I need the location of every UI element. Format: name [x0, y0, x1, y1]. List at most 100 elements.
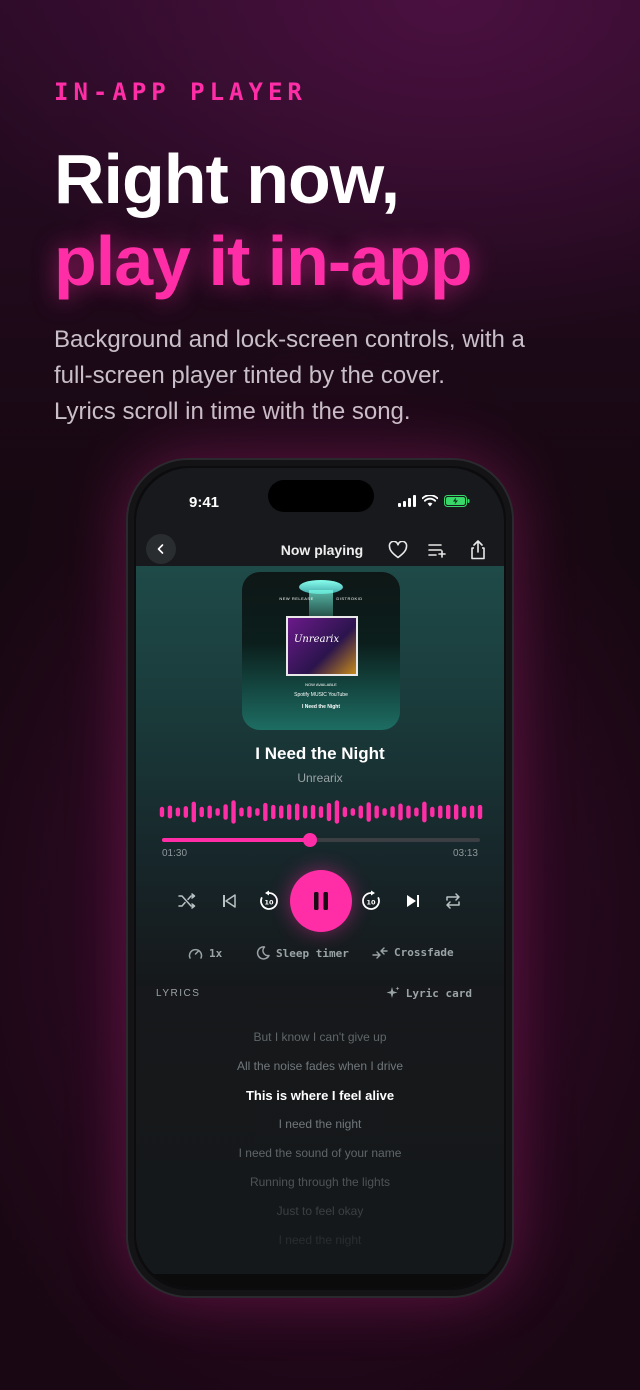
headline-line-2: play it in-app	[54, 222, 473, 300]
cover-poster: Unrearix	[286, 616, 358, 676]
waveform-bar	[398, 803, 403, 821]
speedometer-icon	[188, 948, 203, 959]
waveform-bar	[263, 802, 268, 822]
share-button[interactable]	[466, 538, 490, 562]
waveform-bar	[302, 805, 308, 819]
cover-track-name: I Need the Night	[301, 704, 341, 710]
pause-button[interactable]	[290, 870, 352, 932]
status-bar: 9:41	[136, 468, 504, 524]
waveform-bar	[430, 806, 435, 818]
lyric-line[interactable]: All the noise fades when I drive	[136, 1059, 504, 1073]
headline: Right now, play it in-app	[54, 138, 473, 302]
rewind-10-icon: 10	[260, 890, 278, 910]
shuffle-button[interactable]	[174, 888, 200, 914]
waveform-bar	[374, 805, 379, 819]
status-time: 9:41	[189, 494, 220, 511]
waveform-bar	[310, 804, 316, 820]
waveform-bar	[231, 800, 236, 824]
sparkle-icon	[386, 986, 400, 998]
waveform-bar	[287, 804, 292, 820]
speed-label: 1x	[209, 946, 223, 960]
waveform-bar	[183, 806, 189, 818]
forward-10-button[interactable]: 10	[358, 888, 384, 914]
waveform-bar	[366, 802, 371, 822]
headline-line-1: Right now,	[54, 140, 400, 218]
cover-platforms: Spotify MUSIC YouTube	[294, 692, 348, 698]
waveform-bar	[191, 801, 196, 823]
svg-text:10: 10	[264, 899, 274, 907]
lyric-line-active[interactable]: This is where I feel alive	[136, 1088, 504, 1103]
waveform-bar	[215, 808, 220, 816]
previous-button[interactable]	[216, 888, 242, 914]
waveform-bar	[446, 804, 451, 820]
next-button[interactable]	[400, 888, 426, 914]
lyric-line[interactable]: I need the sound of your name	[136, 1146, 504, 1160]
waveform-bar	[477, 804, 483, 820]
bottom-bar	[136, 1274, 504, 1288]
player-nav-bar: Now playing	[136, 530, 504, 572]
player-options: 1x Sleep timer Crossfade	[136, 942, 504, 966]
waveform-bar	[334, 800, 340, 824]
track-artist[interactable]: Unrearix	[136, 771, 504, 785]
lyric-line[interactable]: But I know I can't give up	[136, 1030, 504, 1044]
rewind-10-button[interactable]: 10	[256, 888, 282, 914]
subcopy-line: full-screen player tinted by the cover.	[54, 362, 445, 389]
heart-icon	[388, 541, 408, 559]
repeat-button[interactable]	[440, 888, 466, 914]
add-to-queue-icon	[428, 544, 446, 558]
waveform-bar	[461, 806, 467, 818]
waveform-bar	[422, 801, 427, 823]
lyric-card-button[interactable]: Lyric card	[386, 986, 472, 1000]
shuffle-icon	[178, 893, 196, 909]
waveform-bar	[207, 805, 212, 819]
sleep-timer-button[interactable]: Sleep timer	[256, 946, 349, 960]
nav-actions	[386, 538, 490, 562]
waveform-bar	[326, 802, 332, 822]
moon-icon	[256, 946, 270, 960]
subcopy-line: Background and lock-screen controls, wit…	[54, 326, 525, 353]
waveform-bar	[358, 805, 363, 819]
waveform[interactable]	[158, 798, 484, 826]
add-to-queue-button[interactable]	[426, 538, 450, 562]
favorite-button[interactable]	[386, 538, 410, 562]
waveform-bar	[382, 808, 387, 816]
speed-button[interactable]: 1x	[188, 946, 222, 960]
status-icons	[398, 492, 470, 511]
lyric-line[interactable]: Running through the lights	[136, 1175, 504, 1189]
waveform-bar	[342, 806, 348, 818]
waveform-bar	[223, 804, 228, 820]
subcopy-line: Lyrics scroll in time with the song.	[54, 398, 411, 425]
crossfade-label: Crossfade	[394, 946, 454, 959]
share-icon	[471, 540, 485, 560]
progress-track[interactable]	[162, 833, 480, 847]
repeat-icon	[446, 893, 460, 909]
battery-charging-icon	[444, 492, 470, 511]
cover-top-label: NEW RELEASE DISTROKID	[279, 596, 363, 601]
track-title: I Need the Night	[255, 744, 385, 763]
waveform-bar	[390, 806, 395, 818]
cover-poster-title: Unrearix	[294, 634, 340, 645]
crossfade-button[interactable]: Crossfade	[372, 946, 454, 959]
waveform-bar	[175, 807, 181, 817]
skip-next-icon	[407, 895, 419, 907]
playback-controls: 10 10	[136, 870, 504, 932]
waveform-bar	[271, 804, 276, 820]
waveform-bar	[167, 805, 173, 819]
skip-previous-icon	[223, 894, 236, 908]
waveform-bar	[247, 806, 252, 818]
lyric-line[interactable]: I need the night	[136, 1117, 504, 1131]
waveform-bar	[438, 805, 443, 819]
eyebrow-label: IN-APP PLAYER	[54, 78, 307, 106]
waveform-bar	[279, 805, 284, 819]
waveform-bar	[414, 807, 419, 817]
crossfade-icon	[372, 946, 388, 959]
total-time: 03:13	[452, 848, 478, 859]
lyric-line[interactable]: Just to feel okay	[136, 1204, 504, 1218]
signal-icon	[398, 492, 416, 511]
progress-fill	[162, 838, 311, 842]
waveform-bar	[239, 807, 244, 817]
svg-text:10: 10	[366, 899, 376, 907]
phone-frame: 9:41 Now playing NEW RELEASE DISTROKID U…	[126, 458, 514, 1298]
waveform-bar	[453, 804, 459, 820]
lyrics-heading: LYRICS	[156, 988, 201, 999]
